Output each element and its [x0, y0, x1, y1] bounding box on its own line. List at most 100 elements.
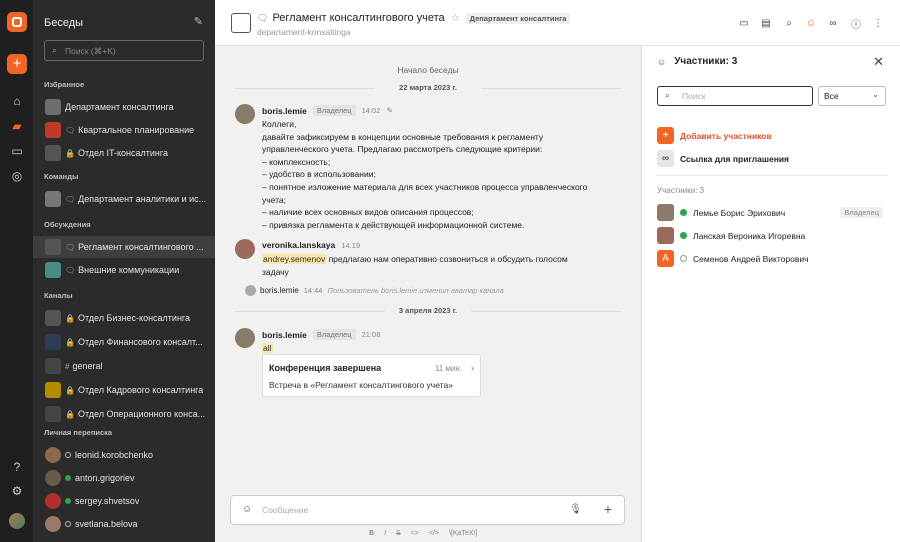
sidebar-item-direct[interactable]: anton.grigoriev	[33, 467, 215, 489]
channel-header: 🗨 Регламент консалтингового учета ☆ Депа…	[215, 0, 900, 46]
kebab-menu-icon[interactable]: ⋮	[872, 17, 884, 29]
author-name[interactable]: boris.lemie	[262, 106, 307, 116]
room-avatar	[45, 334, 61, 350]
sidebar-title: Беседы	[44, 17, 84, 29]
members-count-label: Участники: 3	[657, 186, 705, 195]
search-icon[interactable]: ⌕	[783, 17, 795, 29]
sidebar-item-channel[interactable]: 🔒 Отдел Бизнес-консалтинга	[33, 307, 215, 329]
sidebar-item-label: Отдел IT-консалтинга	[77, 148, 168, 158]
sidebar-item-team[interactable]: 🗨 Департамент аналитики и ис...	[33, 188, 215, 210]
role-badge: Владелец	[312, 329, 356, 340]
author-name[interactable]: boris.lemie	[262, 330, 307, 340]
sidebar-item-direct[interactable]: svetlana.belova	[33, 513, 215, 535]
room-avatar	[45, 239, 61, 255]
link-icon[interactable]: ∞	[827, 17, 839, 29]
video-icon[interactable]: ▭	[8, 142, 26, 160]
info-icon[interactable]: ⓘ	[850, 17, 862, 31]
message-line: давайте зафиксируем в концепции основные…	[262, 131, 544, 142]
parent-team-tag[interactable]: Департамент консалтинга	[465, 12, 571, 24]
section-personal: Личная переписка	[44, 428, 113, 437]
close-icon[interactable]: ✕	[873, 54, 884, 70]
member-search-input[interactable]: ⌕ Поиск	[657, 86, 813, 106]
format-toolbar: B I S <> </> \[KaTeX\]	[369, 530, 477, 537]
help-icon[interactable]: ?	[8, 458, 26, 476]
date-divider: 22 марта 2023 г.	[399, 83, 457, 92]
compose-icon[interactable]: ✎	[194, 15, 203, 28]
message-body: Коллеги, давайте зафиксируем в концепции …	[262, 118, 602, 231]
attach-plus-icon[interactable]: +	[604, 501, 612, 517]
message-body: all	[262, 342, 602, 355]
avatar[interactable]	[235, 328, 255, 348]
message-line: управленческого учета. Предлагаю рассмот…	[262, 144, 543, 155]
avatar[interactable]	[235, 239, 255, 259]
sidebar-item-favorite[interactable]: Департамент консалтинга	[33, 96, 215, 118]
room-avatar	[45, 99, 61, 115]
author-name[interactable]: boris.lemie	[260, 286, 299, 295]
section-teams: Команды	[44, 172, 79, 181]
author-name[interactable]: veronika.lanskaya	[262, 240, 335, 250]
avatar[interactable]	[235, 104, 255, 124]
sidebar-item-direct[interactable]: leonid.korobchenko	[33, 444, 215, 466]
message-composer[interactable]: ☺ Сообщение 🎙 +	[230, 495, 625, 525]
format-button[interactable]: B	[369, 530, 374, 537]
role-badge: Владелец	[840, 207, 883, 218]
invite-link-button[interactable]: ∞ Ссылка для приглашения	[657, 150, 789, 167]
member-row[interactable]: Лемье Борис Эрихович Владелец	[657, 204, 883, 221]
discussion-icon: 🗨	[65, 265, 76, 275]
room-avatar	[45, 310, 61, 326]
sidebar-item-channel[interactable]: 🔒 Отдел Операционного конса...	[33, 403, 215, 425]
sidebar-item-label: Квартальное планирование	[78, 125, 195, 135]
add-members-button[interactable]: + Добавить участников	[657, 127, 772, 144]
sidebar-item-discussion[interactable]: 🗨 Внешние коммуникации	[33, 259, 215, 281]
member-row[interactable]: A Семенов Андрей Викторович	[657, 250, 883, 267]
discussion-icon: 🗨	[65, 194, 76, 204]
lock-icon: 🔒	[65, 148, 75, 158]
sidebar-search-input[interactable]: ⌕ Поиск (⌘+K)	[44, 40, 204, 61]
room-avatar	[45, 262, 61, 278]
date-divider: 3 апреля 2023 г.	[398, 306, 458, 315]
emoji-icon[interactable]: ☺	[242, 504, 252, 515]
logo-icon[interactable]	[7, 12, 27, 32]
format-button[interactable]: <>	[411, 530, 419, 537]
member-name: Ланская Вероника Игоревна	[693, 230, 806, 241]
home-icon[interactable]: ⌂	[8, 92, 26, 110]
role-badge: Владелец	[312, 105, 356, 116]
user-mention[interactable]: andrey.semenov	[262, 254, 327, 264]
chat-icon[interactable]: ▰	[8, 117, 26, 135]
avatar[interactable]	[245, 285, 256, 296]
globe-icon[interactable]: ◎	[8, 167, 26, 185]
presence-dot	[65, 521, 71, 527]
member-filter-select[interactable]: Все ⌄	[818, 86, 886, 106]
current-user-avatar[interactable]	[9, 513, 25, 529]
sidebar-item-discussion[interactable]: 🗨 Регламент консалтингового ...	[33, 236, 215, 258]
section-discussions: Обсуждения	[44, 220, 91, 229]
room-avatar	[45, 406, 61, 422]
sidebar-item-favorite[interactable]: 🔒 Отдел IT-консалтинга	[33, 142, 215, 164]
create-new-button[interactable]: +	[7, 54, 27, 74]
all-mention[interactable]: all	[262, 343, 273, 353]
format-button[interactable]: I	[384, 530, 386, 537]
settings-icon[interactable]: ⚙	[8, 482, 26, 500]
star-icon[interactable]: ☆	[451, 13, 460, 24]
member-row[interactable]: Ланская Вероника Игоревна	[657, 227, 883, 244]
format-button[interactable]: \[KaTeX\]	[449, 530, 477, 537]
sidebar-item-favorite[interactable]: 🗨 Квартальное планирование	[33, 119, 215, 141]
sidebar-item-direct[interactable]: sergey.shvetsov	[33, 490, 215, 512]
card-title: Конференция завершена	[269, 363, 382, 373]
sidebar-item-label: Отдел Финансового консалт...	[77, 337, 203, 347]
sidebar-item-label: Отдел Бизнес-консалтинга	[77, 313, 191, 323]
threads-icon[interactable]: ▤	[760, 17, 772, 29]
microphone-icon[interactable]: 🎙	[569, 504, 582, 515]
sidebar-item-channel[interactable]: 🔒 Отдел Кадрового консалтинга	[33, 379, 215, 401]
members-icon[interactable]: ☺	[805, 17, 817, 29]
message-body: andrey.semenov предлагаю нам оперативно …	[262, 253, 602, 278]
conference-card[interactable]: Конференция завершена 11 мин. › Встреча …	[262, 354, 481, 397]
sidebar-item-channel[interactable]: 🔒 Отдел Финансового консалт...	[33, 331, 215, 353]
sidebar-item-channel[interactable]: # general	[33, 355, 215, 377]
format-button[interactable]: </>	[429, 530, 439, 537]
format-button[interactable]: S	[396, 530, 401, 537]
room-avatar	[45, 382, 61, 398]
video-call-icon[interactable]: ▭	[738, 17, 750, 29]
filter-value: Все	[824, 91, 839, 101]
avatar	[657, 227, 674, 244]
